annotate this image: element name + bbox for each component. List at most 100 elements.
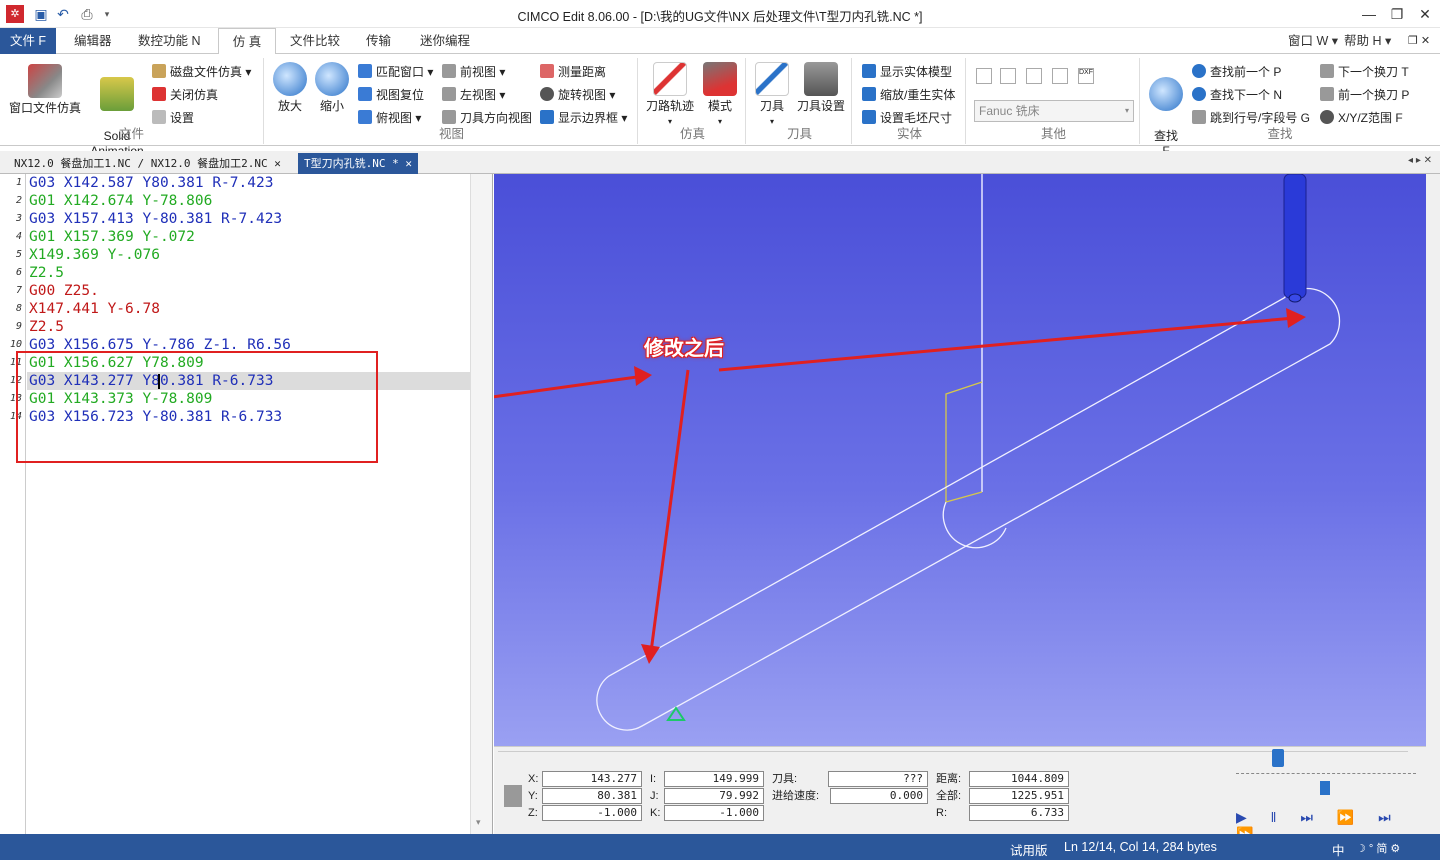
close-sim-icon [152,87,166,101]
nc-editor[interactable]: 1 2 3 4 5 6 7 8 9 10 11 12 13 14 G03 X142.587 Y80.381… [0,174,493,834]
zoom-regen-button[interactable]: 缩放/重生实体 [862,85,955,105]
ime-indicator[interactable]: 中 [1332,840,1345,859]
scroll-down-arrow-icon[interactable]: ▾ [476,817,481,828]
i-label: I: [650,773,657,785]
tab-mini-program[interactable]: 迷你编程 [412,28,478,54]
distance-label: 距离: [936,773,962,785]
restore-button[interactable]: ❐ [1382,0,1412,28]
measure-small-icon[interactable] [976,68,992,84]
group-file: 窗口文件仿真 Solid Animation 磁盘文件仿真 ▾ 关闭仿真 设置 … [0,58,264,158]
code-line[interactable]: Z2.5 [29,264,64,282]
line-number: 1 [15,177,22,188]
left-view-button[interactable]: 左视图 ▾ [442,85,505,105]
code-line[interactable]: G01 X142.674 Y-78.806 [29,192,212,210]
mode-button[interactable]: 模式 ▾ [698,62,742,129]
viewport-scrollbar[interactable] [1426,174,1440,834]
rotate-view-button[interactable]: 旋转视图 ▾ [540,85,615,105]
line-number-gutter: 1 2 3 4 5 6 7 8 9 10 11 12 13 14 [0,174,26,834]
simulation-viewport[interactable]: 修改之后 [494,174,1426,746]
find-next-icon [1192,87,1206,101]
window-title: CIMCO Edit 8.06.00 - [D:\我的UG文件\NX 后处理文件… [517,10,923,24]
arrow-head-2 [1286,308,1306,328]
machine-select[interactable]: Fanuc 铣床 ▾ [974,100,1134,122]
code-line[interactable]: X149.369 Y-.076 [29,246,160,264]
front-view-label: 前视图 [460,65,497,79]
measure-button[interactable]: 测量距离 [540,62,606,82]
reset-view-button[interactable]: 视图复位 [358,85,424,105]
rotate-view-label: 旋转视图 [558,88,607,102]
tool-readout-value: ??? [828,771,928,787]
tab-simulation[interactable]: 仿 真 [218,28,276,55]
line-number: 7 [15,285,22,296]
editor-vertical-scrollbar[interactable]: ▾ [470,174,492,834]
line-number: 5 [15,249,22,260]
toolpath-icon [653,62,687,96]
line-number: 4 [15,231,22,242]
grid-small-icon[interactable] [1026,68,1042,84]
ime-tools-icon[interactable]: ☽ ° 简 ⚙ [1356,840,1400,856]
doc-tab-t-cutter[interactable]: T型刀内孔铣.NC * ✕ [298,153,418,174]
doc-tab-meal-plate[interactable]: NX12.0 餐盘加工1.NC / NX12.0 餐盘加工2.NC ✕ [8,153,287,174]
feed-label: 进给速度: [772,790,820,802]
tab-transfer[interactable]: 传输 [358,28,399,54]
tab-file-compare[interactable]: 文件比较 [282,28,348,54]
find-next-label: 查找下一个 N [1210,88,1283,102]
fit-window-button[interactable]: 匹配窗口 ▾ [358,62,433,82]
code-line[interactable]: G03 X157.413 Y-80.381 R-7.423 [29,210,282,228]
tool-tip [1288,293,1302,303]
next-tool-button[interactable]: 下一个换刀 T [1320,62,1409,82]
x-label: X: [528,773,539,785]
code-line[interactable]: X147.441 Y-6.78 [29,300,160,318]
close-tab-icon[interactable]: ✕ [274,157,281,170]
menu-window-label: 窗口 W [1288,34,1329,48]
minimize-button[interactable]: — [1354,0,1384,28]
show-solid-button[interactable]: 显示实体模型 [862,62,952,82]
dxf-icon[interactable]: DXF [1078,68,1094,84]
toolpath-button[interactable]: 刀路轨迹 ▾ [644,62,696,129]
fit-window-label: 匹配窗口 [376,65,425,79]
fit-icon [358,64,372,78]
zoom-out-button[interactable]: 缩小 [312,62,352,114]
front-view-icon [442,64,456,78]
disk-sim-button[interactable]: 磁盘文件仿真 ▾ [152,62,251,82]
y-value: 80.381 [542,788,642,804]
tab-file[interactable]: 文件 F [0,28,56,54]
prev-tool-button[interactable]: 前一个换刀 P [1320,85,1409,105]
left-view-icon [442,87,456,101]
export-small-icon[interactable] [1052,68,1068,84]
tab-nc-functions[interactable]: 数控功能 N [130,28,209,54]
code-line[interactable]: G03 X142.587 Y80.381 R-7.423 [29,174,273,192]
machine-select-chevron-icon: ▾ [1124,106,1129,115]
line-number: 2 [15,195,22,206]
code-line[interactable]: Z2.5 [29,318,64,336]
tool-setup-button[interactable]: 刀具设置 [794,62,848,114]
code-line[interactable]: G01 X157.369 Y-.072 [29,228,195,246]
tab-scroll-arrows[interactable]: ◂ ▸ ✕ [1408,155,1432,166]
find-prev-button[interactable]: 查找前一个 P [1192,62,1281,82]
progress-slider[interactable] [1272,749,1284,767]
zoom-in-button[interactable]: 放大 [270,62,310,114]
disk-sim-label: 磁盘文件仿真 [170,65,243,79]
group-file-label: 文件 [118,127,144,141]
left-view-label: 左视图 [460,88,497,102]
tab-editor[interactable]: 编辑器 [66,28,120,54]
view-small-icon[interactable] [1000,68,1016,84]
close-sim-button[interactable]: 关闭仿真 [152,85,218,105]
group-tool: 刀具 ▾ 刀具设置 刀具 [748,58,852,144]
zoom-out-icon [315,62,349,96]
mdi-controls[interactable]: ❐ ✕ [1400,28,1438,54]
group-find: 查找 F 查找前一个 P 查找下一个 N 跳到行号/字段号 G 下一个换刀 T … [1142,58,1418,158]
group-solid: 显示实体模型 缩放/重生实体 设置毛坯尺寸 实体 [854,58,966,144]
close-tab-icon[interactable]: ✕ [405,157,412,170]
front-view-button[interactable]: 前视图 ▾ [442,62,505,82]
speed-slider[interactable] [1320,781,1330,795]
find-next-button[interactable]: 查找下一个 N [1192,85,1282,105]
tool-button[interactable]: 刀具 ▾ [752,62,792,129]
window-sim-button[interactable]: 窗口文件仿真 [6,64,84,116]
regen-icon [862,87,876,101]
j-label: J: [650,790,659,802]
bounds-icon [540,110,554,124]
close-button[interactable]: ✕ [1410,0,1440,28]
code-line[interactable]: G00 Z25. [29,282,99,300]
menu-help[interactable]: 帮助 H ▾ [1336,28,1399,54]
